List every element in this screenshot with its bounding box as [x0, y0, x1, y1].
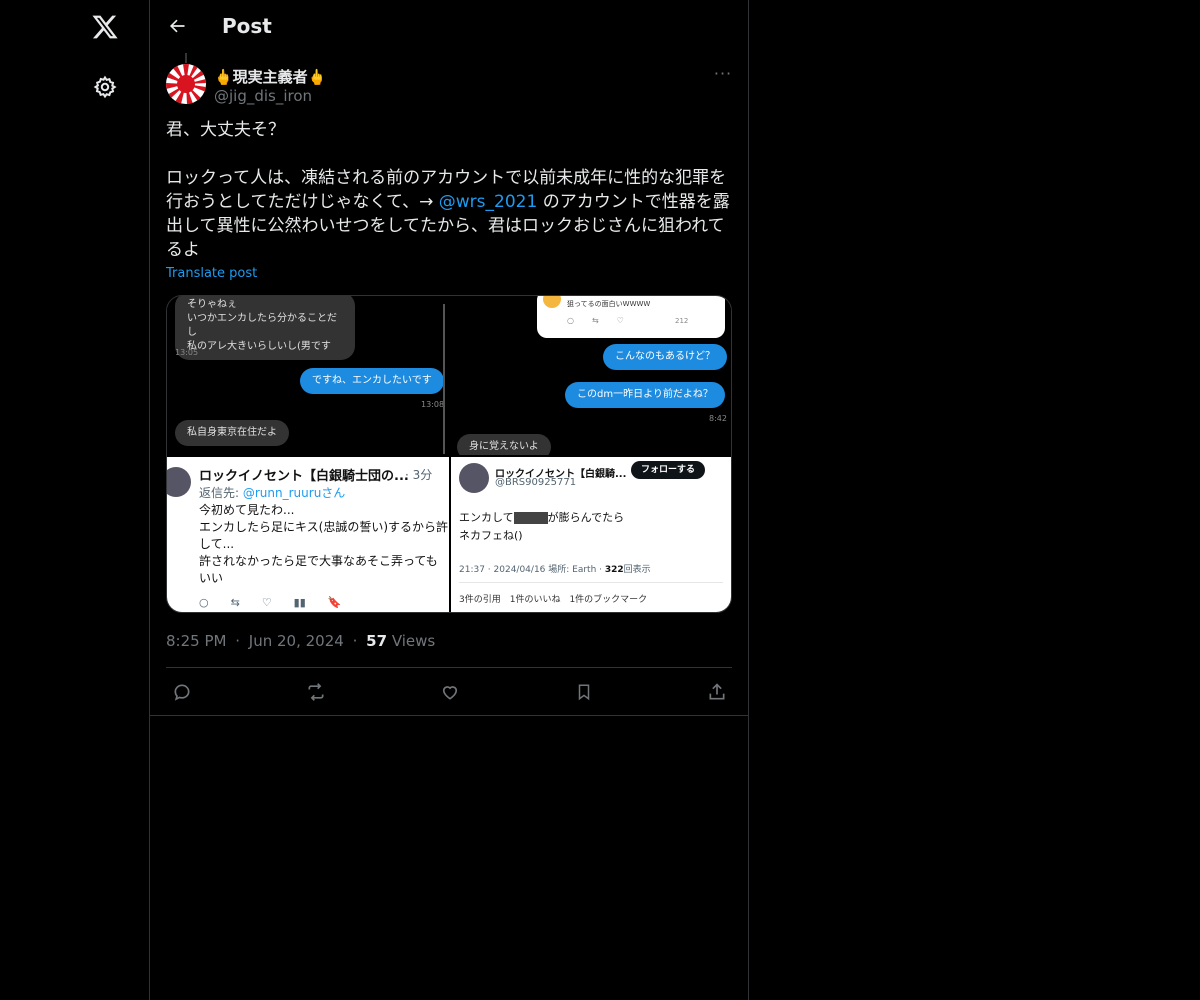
divider	[459, 582, 723, 583]
page-title: Post	[222, 14, 272, 38]
chat-bubble-incoming: 私自身東京在住だよ	[175, 420, 289, 446]
quoted-card: 狙ってるの面白いWWWW ○⇆♡ 212	[537, 296, 725, 338]
chat-timestamp: 8:42	[709, 414, 727, 423]
post-meta: 8:25 PM · Jun 20, 2024 · 57 Views	[166, 632, 436, 650]
divider	[150, 715, 748, 716]
follow-button: フォローする	[631, 461, 705, 479]
censor-block	[513, 512, 548, 524]
views-count: 57	[366, 632, 388, 650]
gear-icon[interactable]	[90, 72, 120, 102]
avatar[interactable]	[166, 64, 206, 104]
inner-action-icons: ○ ⇆ ♡ ▮▮ 🔖	[199, 596, 342, 609]
inner-time: · 3分	[405, 468, 433, 482]
card-count: 212	[675, 317, 689, 325]
chat-bubble-outgoing: このdm一昨日より前だよね？	[565, 382, 725, 408]
inner-stats: 3件の引用 1件のいいね 1件のブックマーク	[459, 595, 648, 605]
display-name[interactable]: 🖕現実主義者🖕	[214, 66, 326, 87]
repost-icon[interactable]	[303, 679, 329, 705]
bookmark-icon[interactable]	[571, 679, 597, 705]
chat-bubble-incoming: 身に覚えないよ	[457, 434, 551, 455]
card-action-icons: ○⇆♡	[567, 316, 642, 325]
grid-gutter	[167, 455, 731, 457]
media-grid: そりゃねぇ いつかエンカしたら分かることだし 私のアレ大きいらしいし(男です 1…	[166, 295, 732, 613]
card-text: 狙ってるの面白いWWWW	[567, 300, 651, 308]
media-image-3[interactable]: ロックイノセント【白銀騎士団の... · 3分 返信先: @runn_ruuru…	[167, 457, 449, 612]
media-image-1[interactable]: そりゃねぇ いつかエンカしたら分かることだし 私のアレ大きいらしいし(男です 1…	[167, 296, 449, 455]
inner-tweet-text: エンカして が膨らんでたら	[459, 511, 625, 524]
inner-meta: 21:37 · 2024/04/16 場所: Earth · 322回表示	[459, 565, 651, 575]
more-options-icon[interactable]: ···	[710, 64, 736, 86]
inner-avatar	[167, 467, 191, 497]
divider	[166, 667, 732, 668]
action-bar	[166, 676, 732, 708]
inner-reply-line: 返信先: @runn_ruuruさん	[199, 486, 346, 500]
chat-timestamp: 13:08	[421, 400, 445, 409]
x-logo-icon[interactable]	[88, 10, 122, 44]
post-date[interactable]: Jun 20, 2024	[249, 632, 344, 650]
chat-bubble-incoming: そりゃねぇ いつかエンカしたら分かることだし 私のアレ大きいらしいし(男です	[175, 296, 355, 360]
inner-name: ロックイノセント【白銀騎士団の...	[199, 469, 409, 484]
top-bar: Post	[150, 0, 748, 53]
post-line-2: ロックって人は、凍結される前のアカウントで以前未成年に性的な犯罪を行おうとしてた…	[166, 166, 732, 262]
left-nav	[0, 0, 150, 1000]
chat-bubble-outgoing: ですね、エンカしたいです	[300, 368, 444, 394]
scrollbar	[443, 304, 445, 454]
reply-icon[interactable]	[169, 679, 195, 705]
arrow-left-icon[interactable]	[164, 13, 190, 39]
emoji-face-icon	[543, 296, 561, 308]
heart-icon[interactable]	[437, 679, 463, 705]
media-image-4[interactable]: ロックイノセント【白銀騎... フォローする @BRS90925771 エンカし…	[451, 457, 731, 612]
thread-line	[185, 53, 187, 63]
inner-avatar	[459, 463, 489, 493]
share-icon[interactable]	[704, 679, 730, 705]
chat-timestamp: 13:05	[175, 348, 199, 357]
media-image-2[interactable]: 狙ってるの面白いWWWW ○⇆♡ 212 こんなのもあるけど？ このdm一昨日よ…	[451, 296, 731, 455]
post-time[interactable]: 8:25 PM	[166, 632, 226, 650]
inner-tweet-text-2: ネカフェね()	[459, 529, 523, 542]
user-handle[interactable]: @jig_dis_iron	[214, 87, 312, 105]
chat-bubble-outgoing: こんなのもあるけど？	[603, 344, 727, 370]
inner-handle: @BRS90925771	[495, 477, 577, 488]
mention-link[interactable]: @wrs_2021	[439, 192, 538, 212]
views-label: Views	[391, 632, 436, 650]
main-column: Post 🖕現実主義者🖕 @jig_dis_iron ··· 君、大丈夫そ？ ロ…	[149, 0, 749, 1000]
translate-post-link[interactable]: Translate post	[166, 266, 257, 281]
post-text: 君、大丈夫そ？ ロックって人は、凍結される前のアカウントで以前未成年に性的な犯罪…	[166, 118, 732, 262]
post-line-1: 君、大丈夫そ？	[166, 120, 285, 140]
inner-tweet-text: 今初めて見たわ... エンカしたら足にキス(忠誠の誓い)するから許して... 許…	[199, 503, 449, 585]
